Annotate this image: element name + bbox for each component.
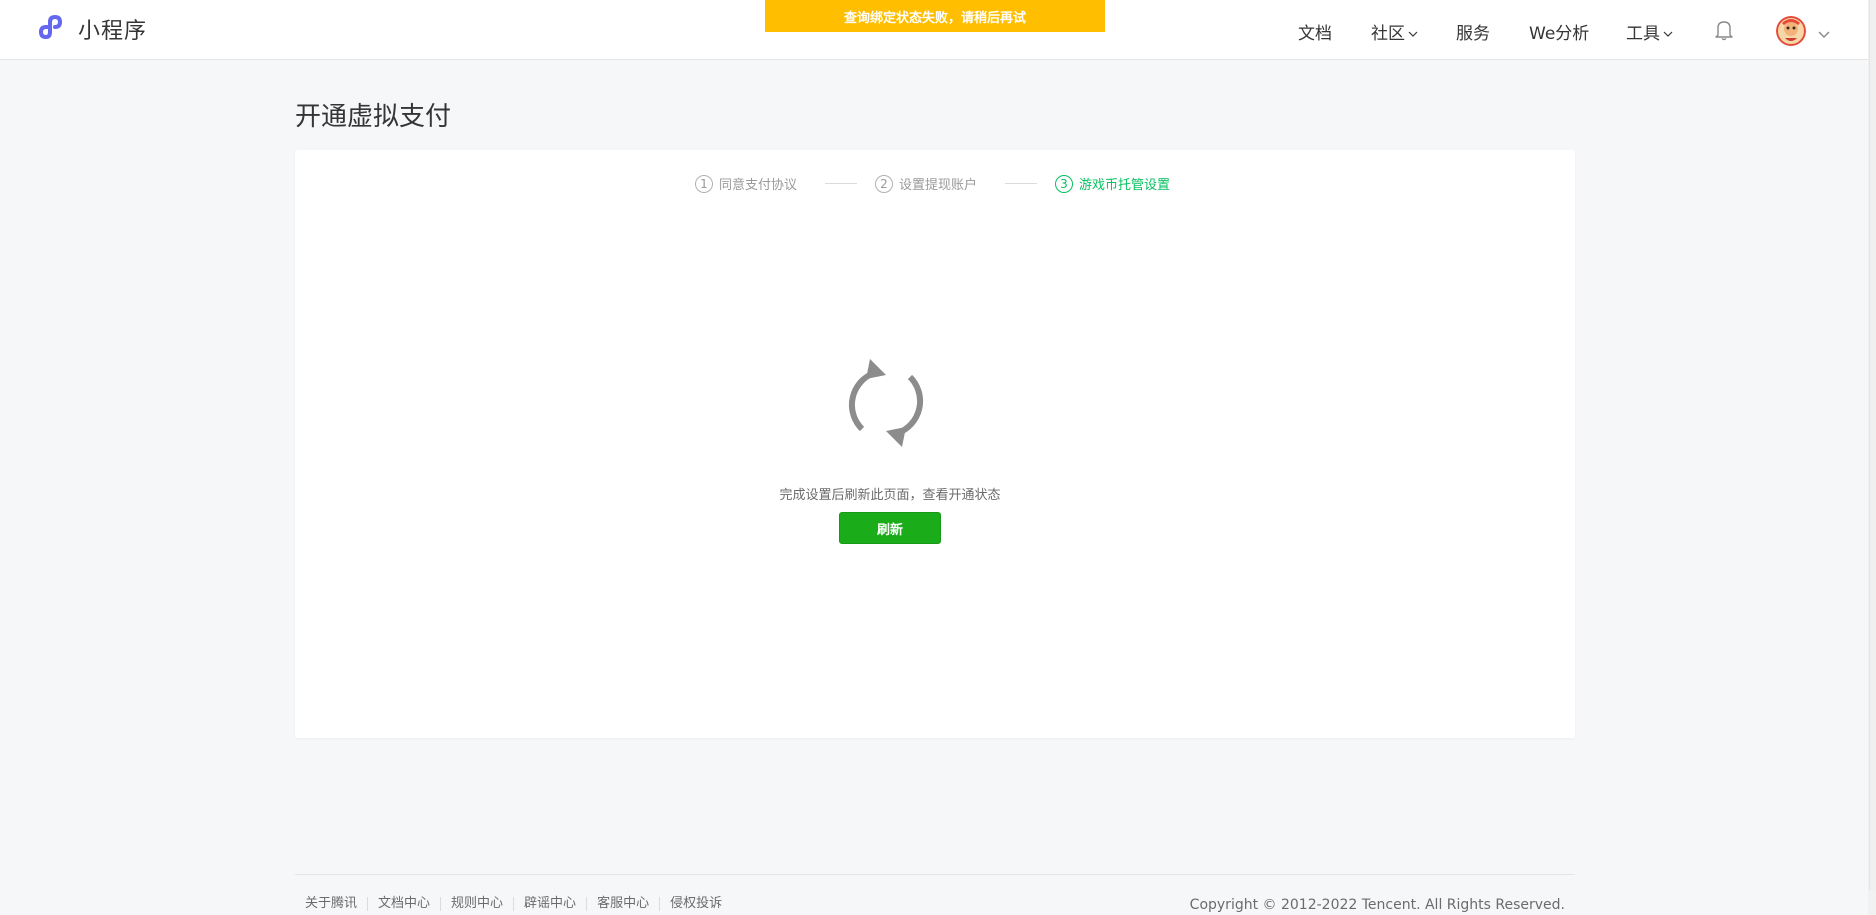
main-card: 1 同意支付协议 2 设置提现账户 3 游戏币托管设置 完成设置后刷新此页面，查…: [295, 150, 1575, 738]
footer-link-service-center[interactable]: 客服中心: [586, 897, 659, 911]
nav-community[interactable]: 社区: [1371, 19, 1418, 44]
step-divider: [1005, 183, 1037, 184]
nav-tools-label: 工具: [1626, 24, 1660, 44]
scrollbar[interactable]: [1868, 0, 1876, 915]
step-number: 2: [875, 174, 893, 193]
step-agree-protocol: 1 同意支付协议: [695, 174, 797, 193]
chevron-down-icon[interactable]: [1818, 24, 1830, 43]
chevron-down-icon: [1663, 22, 1673, 42]
step-withdraw-account: 2 设置提现账户: [875, 174, 977, 193]
refresh-icon: [844, 355, 928, 451]
step-number: 1: [695, 174, 713, 193]
steps-indicator: 1 同意支付协议 2 设置提现账户 3 游戏币托管设置: [295, 174, 1575, 198]
nav-tools[interactable]: 工具: [1626, 19, 1673, 44]
footer-link-rumor-center[interactable]: 辟谣中心: [513, 897, 586, 911]
scrollbar-thumb[interactable]: [1869, 0, 1876, 890]
bell-icon[interactable]: [1714, 19, 1734, 41]
logo[interactable]: 小程序: [38, 14, 147, 44]
logo-text: 小程序: [78, 19, 148, 44]
mini-program-logo-icon: [38, 14, 63, 39]
refresh-hint: 完成设置后刷新此页面，查看开通状态: [779, 488, 1001, 503]
page-title: 开通虚拟支付: [295, 102, 452, 132]
step-game-coin-custody: 3 游戏币托管设置: [1055, 174, 1170, 193]
nav-we-analysis-label: We分析: [1529, 24, 1590, 44]
nav-community-label: 社区: [1371, 24, 1405, 44]
avatar[interactable]: [1776, 16, 1806, 46]
step-number: 3: [1055, 174, 1073, 193]
error-toast: 查询绑定状态失败，请稍后再试: [765, 0, 1105, 32]
nav-docs-label: 文档: [1298, 24, 1332, 44]
step-label: 设置提现账户: [899, 178, 978, 193]
step-label: 同意支付协议: [719, 178, 798, 193]
footer-link-doc-center[interactable]: 文档中心: [367, 897, 440, 911]
copyright: Copyright © 2012-2022 Tencent. All Right…: [1189, 897, 1565, 913]
footer-link-infringement[interactable]: 侵权投诉: [659, 897, 732, 911]
step-divider: [825, 183, 857, 184]
nav-docs[interactable]: 文档: [1298, 19, 1332, 44]
step-label: 游戏币托管设置: [1079, 178, 1171, 193]
nav-service[interactable]: 服务: [1456, 19, 1490, 44]
chevron-down-icon: [1408, 22, 1418, 42]
refresh-button[interactable]: 刷新: [839, 512, 941, 544]
footer-link-about-tencent[interactable]: 关于腾讯: [305, 897, 367, 911]
footer-link-rule-center[interactable]: 规则中心: [440, 897, 513, 911]
nav-we-analysis[interactable]: We分析: [1529, 19, 1589, 44]
footer: 关于腾讯 文档中心 规则中心 辟谣中心 客服中心 侵权投诉 Copyright …: [295, 874, 1575, 915]
nav-service-label: 服务: [1456, 24, 1490, 44]
footer-links: 关于腾讯 文档中心 规则中心 辟谣中心 客服中心 侵权投诉: [305, 897, 732, 911]
